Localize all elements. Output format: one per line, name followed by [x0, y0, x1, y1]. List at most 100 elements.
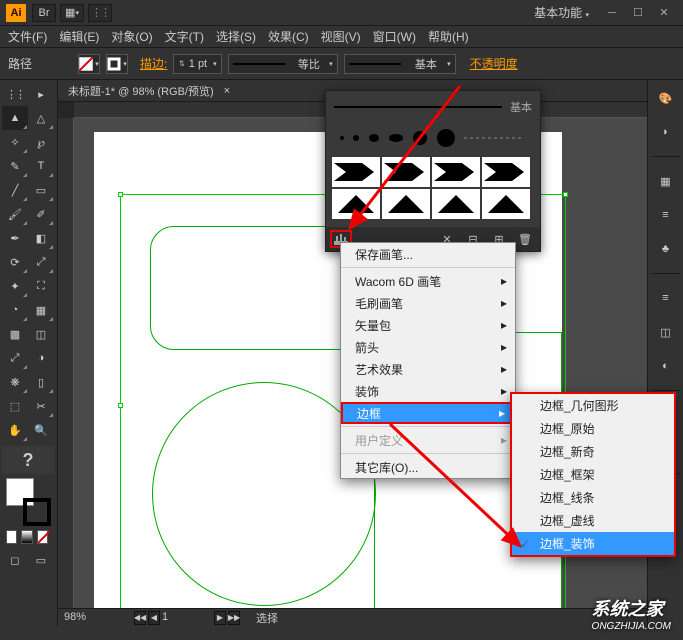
submenu-borders-lines[interactable]: 边框_线条 [512, 486, 674, 509]
menu-arrows[interactable]: 箭头▸ [341, 336, 515, 358]
shape-builder-tool[interactable]: ◔ [2, 298, 28, 322]
menu-vector-packs[interactable]: 矢量包▸ [341, 314, 515, 336]
brush-pattern-5[interactable] [332, 189, 380, 219]
menu-help[interactable]: 帮助(H) [428, 28, 469, 45]
gradient-panel-button[interactable]: ◫ [654, 320, 678, 344]
menu-view[interactable]: 视图(V) [321, 28, 361, 45]
rectangle-tool[interactable]: ▭ [28, 178, 54, 202]
color-mode-button[interactable] [6, 530, 17, 544]
submenu-borders-frames[interactable]: 边框_框架 [512, 463, 674, 486]
stroke-weight-field[interactable]: ⮁1 pt▾ [173, 54, 221, 74]
extras-button[interactable]: ⋮⋮ [88, 4, 112, 22]
color-panel-button[interactable]: 🎨 [654, 86, 678, 110]
brush-pattern-3[interactable] [432, 157, 480, 187]
opacity-label[interactable]: 不透明度 [470, 55, 518, 72]
workspace-switcher[interactable]: 基本功能 ▾ [534, 4, 589, 21]
pencil-tool[interactable]: ✐ [28, 202, 54, 226]
transparency-panel-button[interactable]: ◐ [654, 354, 678, 378]
type-tool[interactable]: T [28, 154, 54, 178]
hand-tool[interactable]: ✋ [2, 418, 28, 442]
menu-edit[interactable]: 编辑(E) [59, 28, 99, 45]
artboard-tool[interactable]: ⬚ [2, 394, 28, 418]
menu-other-library[interactable]: 其它库(O)... [341, 456, 515, 478]
ruler-vertical[interactable] [58, 118, 74, 608]
menu-effect[interactable]: 效果(C) [268, 28, 309, 45]
brush-pattern-4[interactable] [482, 157, 530, 187]
stroke-swatch[interactable]: ▾ [106, 54, 128, 74]
brushes-panel-button[interactable]: ≡ [654, 203, 678, 227]
menu-object[interactable]: 对象(O) [111, 28, 152, 45]
menu-window[interactable]: 窗口(W) [373, 28, 416, 45]
menu-select[interactable]: 选择(S) [216, 28, 256, 45]
mesh-tool[interactable]: ▩ [2, 322, 28, 346]
gradient-mode-button[interactable] [21, 530, 32, 544]
brush-delete-button[interactable]: 🗑 [514, 230, 536, 248]
lasso-tool[interactable]: ℘ [28, 130, 54, 154]
menu-bristle[interactable]: 毛刷画笔▸ [341, 292, 515, 314]
column-graph-tool[interactable]: ▯ [28, 370, 54, 394]
selection-tool[interactable]: ▲ [2, 106, 28, 130]
brush-pattern-7[interactable] [432, 189, 480, 219]
blob-brush-tool[interactable]: ✒ [2, 226, 28, 250]
none-mode-button[interactable] [37, 530, 48, 544]
stroke-label[interactable]: 描边: [140, 55, 167, 72]
toolbox-handle[interactable]: ⋮⋮ [2, 82, 28, 106]
submenu-borders-novelty[interactable]: 边框_新奇 [512, 440, 674, 463]
symbols-panel-button[interactable]: ♣ [654, 237, 678, 261]
brush-basic-item[interactable]: 基本 [326, 91, 540, 123]
symbol-sprayer-tool[interactable]: ❋ [2, 370, 28, 394]
slice-tool[interactable]: ✂ [28, 394, 54, 418]
zoom-tool[interactable]: 🔍 [28, 418, 54, 442]
brush-pattern-2[interactable] [382, 157, 430, 187]
arrange-docs-button[interactable]: ▦▾ [60, 4, 84, 22]
menu-type[interactable]: 文字(T) [165, 28, 204, 45]
next-artboard-button[interactable]: ▶ [214, 611, 226, 625]
brush-pattern-6[interactable] [382, 189, 430, 219]
menu-artistic[interactable]: 艺术效果▸ [341, 358, 515, 380]
eraser-tool[interactable]: ◧ [28, 226, 54, 250]
scale-tool[interactable]: ⤢ [28, 250, 54, 274]
menu-decorative[interactable]: 装饰▸ [341, 380, 515, 402]
stroke-panel-button[interactable]: ≡ [654, 286, 678, 310]
color-guide-panel-button[interactable]: ◗ [654, 120, 678, 144]
first-artboard-button[interactable]: ◀◀ [134, 611, 146, 625]
submenu-borders-primitive[interactable]: 边框_原始 [512, 417, 674, 440]
stroke-color[interactable] [23, 498, 51, 526]
toolbox-collapse[interactable]: ▸ [28, 82, 54, 106]
maximize-button[interactable]: ☐ [625, 4, 651, 22]
brush-pattern-1[interactable] [332, 157, 380, 187]
menu-save-brush[interactable]: 保存画笔... [341, 243, 515, 265]
magic-wand-tool[interactable]: ✧ [2, 130, 28, 154]
pen-tool[interactable]: ✎ [2, 154, 28, 178]
artboard-number-field[interactable]: 1 [162, 611, 212, 625]
submenu-borders-geometric[interactable]: 边框_几何图形 [512, 394, 674, 417]
blend-tool[interactable]: ◑ [28, 346, 54, 370]
brush-pattern-8[interactable] [482, 189, 530, 219]
eyedropper-tool[interactable]: ⤢ [2, 346, 28, 370]
menu-file[interactable]: 文件(F) [8, 28, 47, 45]
perspective-grid-tool[interactable]: ▦ [28, 298, 54, 322]
close-tab-icon[interactable]: × [224, 85, 230, 97]
fill-stroke-control[interactable] [6, 478, 51, 526]
brush-calligraphic-row[interactable] [326, 123, 540, 153]
submenu-borders-decorative[interactable]: ✓边框_装饰 [512, 532, 674, 555]
fill-swatch[interactable]: ▾ [78, 54, 100, 74]
paintbrush-tool[interactable]: 🖌 [2, 202, 28, 226]
zoom-level-field[interactable]: 98% [64, 611, 118, 625]
swatches-panel-button[interactable]: ▦ [654, 169, 678, 193]
rotate-tool[interactable]: ⟳ [2, 250, 28, 274]
minimize-button[interactable]: ─ [599, 4, 625, 22]
bridge-button[interactable]: Br [32, 4, 56, 22]
screen-mode-full[interactable]: ▭ [28, 548, 54, 572]
menu-borders[interactable]: 边框▸ [341, 402, 515, 424]
close-button[interactable]: ✕ [651, 4, 677, 22]
width-tool[interactable]: ✦ [2, 274, 28, 298]
last-artboard-button[interactable]: ▶▶ [228, 611, 240, 625]
direct-selection-tool[interactable]: △ [28, 106, 54, 130]
prev-artboard-button[interactable]: ◀ [148, 611, 160, 625]
gradient-tool[interactable]: ◫ [28, 322, 54, 346]
brush-definition-field[interactable]: 基本▾ [344, 54, 456, 74]
free-transform-tool[interactable]: ⛶ [28, 274, 54, 298]
screen-mode-normal[interactable]: ◻ [2, 548, 28, 572]
menu-wacom[interactable]: Wacom 6D 画笔▸ [341, 270, 515, 292]
